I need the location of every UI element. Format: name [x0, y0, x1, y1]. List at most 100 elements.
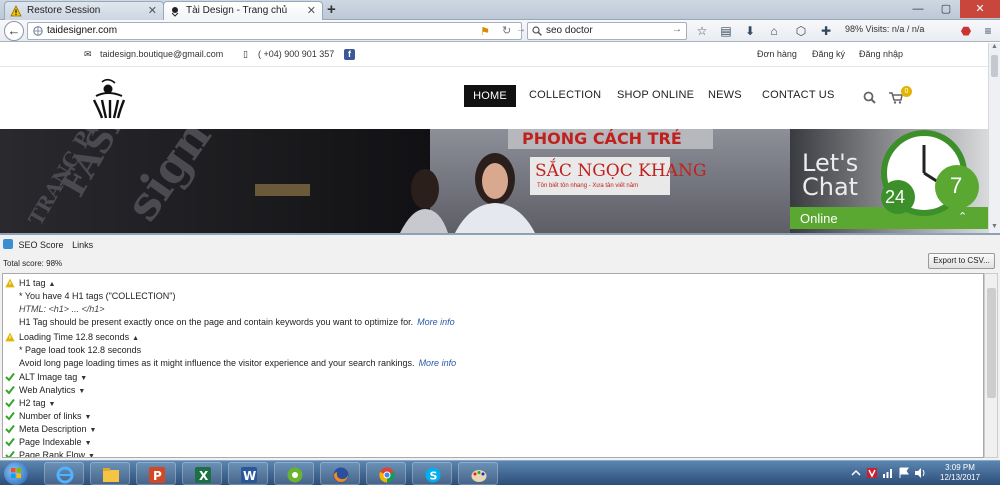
loading-advice: Avoid long page loading times as it migh… — [19, 358, 415, 368]
search-icon[interactable] — [863, 91, 876, 104]
star-bookmark-icon[interactable]: ☆ — [694, 23, 710, 39]
caret-down-icon[interactable]: ▼ — [85, 414, 92, 421]
browser-toolbar: ← taidesigner.com ⚑ ↻ → seo doctor → ☆ ▤… — [0, 20, 1000, 42]
taskbar-powerpoint[interactable]: P — [136, 462, 176, 485]
tray-network-icon[interactable] — [882, 467, 894, 479]
check-label: Number of links — [19, 411, 82, 421]
go-arrow-icon[interactable]: → — [516, 24, 526, 35]
seo-stats-indicator[interactable]: 98% Visits: n/a / n/a — [845, 24, 924, 34]
caret-up-icon[interactable]: ▲ — [132, 335, 139, 342]
menu-icon[interactable]: ≡ — [980, 23, 996, 39]
scroll-up-icon[interactable]: ▲ — [991, 43, 998, 50]
site-logo[interactable] — [88, 78, 130, 120]
orders-link[interactable]: Đơn hàng — [757, 49, 797, 59]
taskbar-chrome[interactable] — [366, 462, 406, 485]
taskbar-explorer[interactable] — [90, 462, 130, 485]
more-info-link[interactable]: More info — [419, 358, 457, 368]
export-csv-button[interactable]: Export to CSV... — [928, 253, 995, 269]
addon-icon[interactable]: ⬣ — [958, 23, 974, 39]
seo-doctor-panel: SEO Score Links Total score: 98% Export … — [0, 233, 1000, 460]
pocket-icon[interactable]: ⬡ — [793, 23, 809, 39]
h1-detail-1: * You have 4 H1 tags ("COLLECTION") — [19, 291, 176, 301]
browser-tab-strip: Restore Session ✕ Tài Design - Trang chủ… — [0, 0, 1000, 20]
check-label: Loading Time 12.8 seconds — [19, 332, 130, 342]
banner-sign-2: SẮC NGỌC KHANG — [535, 161, 707, 181]
chat-heading: Let's Chat — [802, 151, 858, 199]
taskbar-clock[interactable]: 3:09 PM 12/13/2017 — [940, 463, 980, 483]
nav-collection[interactable]: COLLECTION — [529, 89, 601, 101]
home-icon[interactable]: ⌂ — [766, 23, 782, 39]
page-scrollbar[interactable]: ▲ ▼ — [988, 43, 1000, 233]
check-icon — [5, 437, 15, 447]
caret-down-icon[interactable]: ▼ — [88, 453, 95, 457]
search-go-icon[interactable]: → — [672, 24, 682, 35]
taskbar-app-green[interactable] — [274, 462, 314, 485]
addon-puzzle-icon[interactable]: ✚ — [818, 23, 834, 39]
word-icon: W — [241, 467, 257, 483]
download-icon[interactable]: ⬇ — [742, 23, 758, 39]
scroll-thumb[interactable] — [987, 288, 996, 398]
caret-up-icon[interactable]: ▲ — [49, 281, 56, 288]
nav-contact-us[interactable]: CONTACT US — [762, 89, 835, 101]
hero-banner[interactable]: FASHIO signer TRANG PH PHONG CÁCH TRẺ SẮ… — [0, 129, 988, 233]
tab-links[interactable]: Links — [72, 240, 93, 250]
taskbar-skype[interactable]: S — [412, 462, 452, 485]
nav-shop-online[interactable]: SHOP ONLINE — [617, 89, 694, 101]
tab-restore-session[interactable]: Restore Session ✕ — [4, 1, 164, 20]
check-label: H2 tag — [19, 398, 46, 408]
rss-icon[interactable]: ⚑ — [480, 25, 490, 38]
bookmarks-menu-icon[interactable]: ▤ — [718, 23, 734, 39]
clock-7-label: 7 — [950, 173, 963, 198]
cart-count-badge: 0 — [901, 86, 912, 97]
windows-taskbar: P X W S 3:09 PM 12/13/2017 — [0, 460, 1000, 485]
tray-show-hidden-icon[interactable] — [850, 467, 862, 479]
tray-volume-icon[interactable] — [914, 467, 926, 479]
excel-icon: X — [195, 467, 211, 483]
contact-email[interactable]: taidesign.boutique@gmail.com — [100, 49, 223, 59]
start-button[interactable] — [4, 462, 28, 485]
caret-down-icon[interactable]: ▼ — [78, 388, 85, 395]
url-bar[interactable]: taidesigner.com ⚑ ↻ → — [27, 22, 526, 40]
scroll-thumb[interactable] — [991, 55, 998, 77]
close-tab-icon[interactable]: ✕ — [148, 2, 157, 20]
reload-icon[interactable]: ↻ — [502, 24, 511, 37]
caret-down-icon[interactable]: ▼ — [85, 440, 92, 447]
caret-down-icon[interactable]: ▼ — [90, 427, 97, 434]
scroll-down-icon[interactable]: ▼ — [991, 223, 998, 230]
login-link[interactable]: Đăng nhập — [859, 49, 903, 59]
caret-down-icon[interactable]: ▼ — [80, 375, 87, 382]
minimize-icon[interactable]: — — [904, 0, 932, 18]
new-tab-button[interactable]: + — [327, 0, 336, 20]
search-bar[interactable]: seo doctor → — [527, 22, 687, 40]
chevron-up-icon[interactable]: ⌃ — [958, 210, 967, 223]
taskbar-ie[interactable] — [44, 462, 84, 485]
tab-tai-design[interactable]: Tài Design - Trang chủ ✕ — [163, 1, 323, 20]
check-label: Page Rank Flow — [19, 450, 86, 458]
taskbar-excel[interactable]: X — [182, 462, 222, 485]
caret-down-icon[interactable]: ▼ — [49, 401, 56, 408]
tray-flag-icon[interactable] — [898, 467, 910, 479]
close-window-icon[interactable]: ✕ — [960, 0, 1000, 18]
chat-heading-line1: Let's — [802, 149, 859, 177]
banner-sign-1: PHONG CÁCH TRẺ — [522, 129, 682, 148]
results-scrollbar[interactable] — [984, 273, 998, 458]
close-tab-icon[interactable]: ✕ — [307, 2, 316, 20]
more-info-link[interactable]: More info — [417, 317, 455, 327]
phone-icon: ▯ — [243, 49, 248, 59]
nav-news[interactable]: NEWS — [708, 89, 742, 101]
taskbar-paint[interactable] — [458, 462, 498, 485]
search-input[interactable]: seo doctor — [546, 25, 593, 36]
facebook-icon[interactable]: f — [344, 49, 355, 60]
register-link[interactable]: Đăng ký — [812, 49, 845, 59]
maximize-icon[interactable]: ▢ — [932, 0, 960, 18]
h1-detail-2: HTML: <h1> ... </h1> — [19, 304, 105, 314]
taskbar-word[interactable]: W — [228, 462, 268, 485]
check-icon — [5, 398, 15, 408]
back-button[interactable]: ← — [4, 21, 24, 41]
tab-seo-score[interactable]: SEO Score — [19, 240, 64, 250]
taskbar-firefox[interactable] — [320, 462, 360, 485]
h1-detail-3: H1 Tag should be present exactly once on… — [19, 317, 455, 327]
tray-antivirus-icon[interactable] — [866, 467, 878, 479]
online-chat-label[interactable]: Online — [800, 211, 838, 226]
nav-home[interactable]: HOME — [464, 85, 516, 107]
